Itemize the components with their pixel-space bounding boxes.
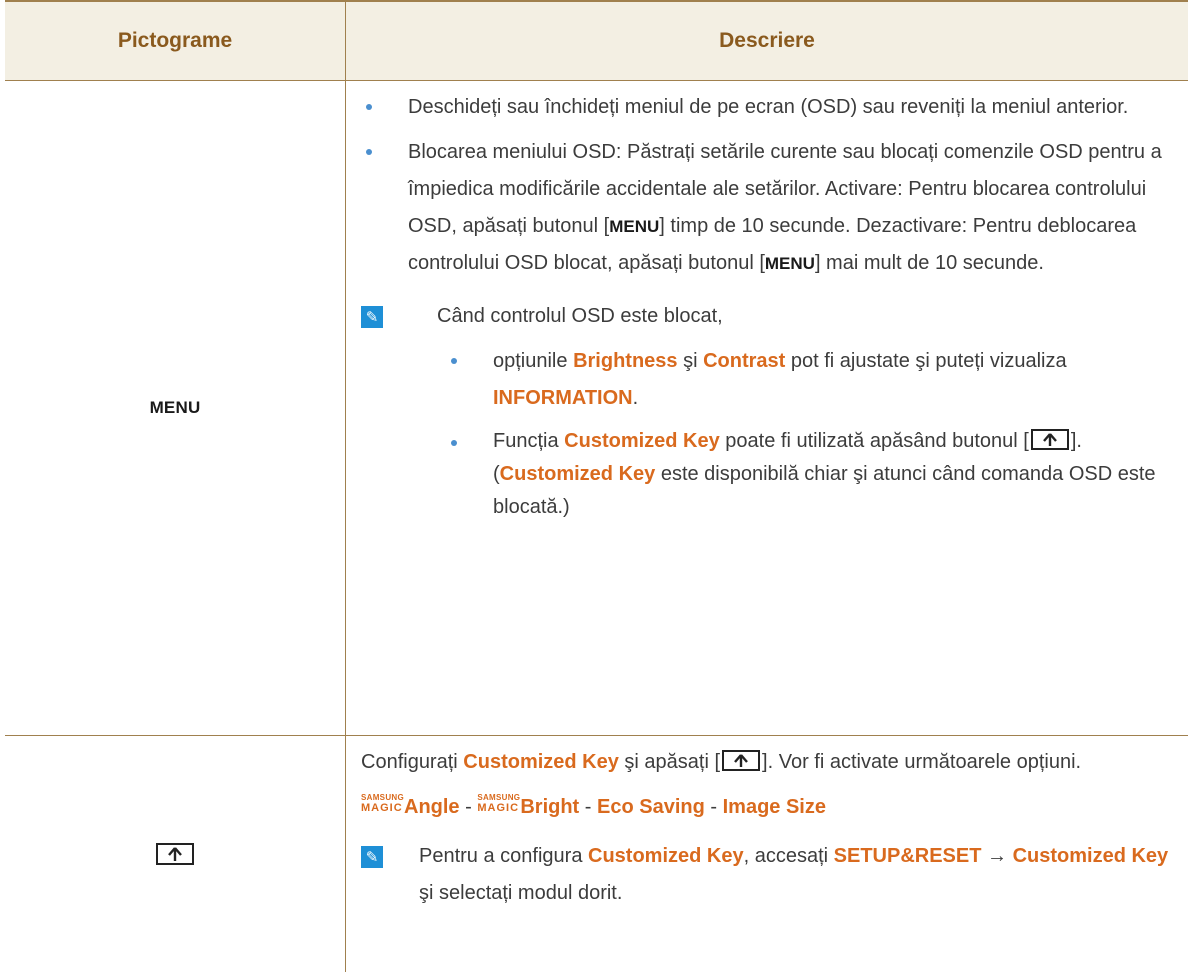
setup-reset-label: SETUP&RESET (833, 845, 982, 867)
samsung-magic-logo: SAMSUNG MAGIC (361, 793, 404, 814)
table-row-menu: MENU Deschideți sau închideți meniul de … (5, 81, 1188, 736)
customized-key-label: Customized Key (499, 463, 656, 485)
contrast-label: Contrast (703, 350, 786, 372)
menu-bullet-open-close: Deschideți sau închideți meniul de pe ec… (366, 89, 1176, 126)
menu-key-label: MENU (764, 254, 815, 273)
customized-key-options: SAMSUNG MAGIC Angle - SAMSUNG MAGIC Bright -… (361, 793, 826, 818)
pictogram-table: Pictograme Descriere MENU Deschideți sau… (5, 0, 1188, 972)
menu-bullet-osd-lock: Blocarea meniului OSD: Păstrați setările… (366, 134, 1176, 282)
customized-key-intro: Configurați Customized Key şi apăsați []… (361, 750, 1082, 773)
option-eco-saving: Eco Saving (597, 796, 705, 818)
information-label: INFORMATION (493, 387, 633, 409)
pictogram-cell-menu: MENU (5, 81, 346, 735)
note-bullet-customized-key: Funcția Customized Key poate fi utilizat… (451, 425, 1167, 524)
description-cell-menu: Deschideți sau închideți meniul de pe ec… (346, 81, 1188, 735)
customized-key-icon (722, 750, 761, 771)
customized-key-label: Customized Key (1012, 845, 1169, 867)
description-cell-customized-key: Configurați Customized Key şi apăsați []… (346, 736, 1188, 972)
note-bullet-brightness: opțiunile Brightness şi Contrast pot fi … (451, 343, 1167, 417)
customized-key-label: Customized Key (588, 845, 744, 867)
table-header: Pictograme Descriere (5, 2, 1188, 81)
note-pencil-icon: ✎ (361, 846, 383, 868)
note-pencil-icon: ✎ (361, 306, 383, 328)
samsung-magic-logo: SAMSUNG MAGIC (477, 793, 521, 814)
header-descriere: Descriere (719, 29, 815, 52)
pictogram-cell-customized-key (5, 736, 346, 972)
table-row-customized-key: Configurați Customized Key şi apăsați []… (5, 736, 1188, 972)
menu-key-label: MENU (609, 217, 660, 236)
customized-key-icon (156, 843, 194, 865)
customized-key-icon (1030, 429, 1069, 450)
option-angle: Angle (404, 796, 460, 818)
brightness-label: Brightness (573, 350, 678, 372)
option-bright: Bright (520, 796, 580, 818)
customized-key-label: Customized Key (463, 751, 619, 773)
note-intro: Când controlul OSD este blocat, (437, 305, 723, 327)
customized-key-label: Customized Key (564, 430, 720, 452)
option-image-size: Image Size (722, 796, 826, 818)
customized-key-note: ✎ Pentru a configura Customized Key, acc… (361, 838, 1174, 912)
osd-lock-note: ✎ Când controlul OSD este blocat, opțiun… (346, 298, 1188, 524)
arrow-right-icon: → (981, 845, 1013, 867)
menu-label: MENU (149, 398, 201, 417)
header-pictograme: Pictograme (5, 2, 346, 80)
